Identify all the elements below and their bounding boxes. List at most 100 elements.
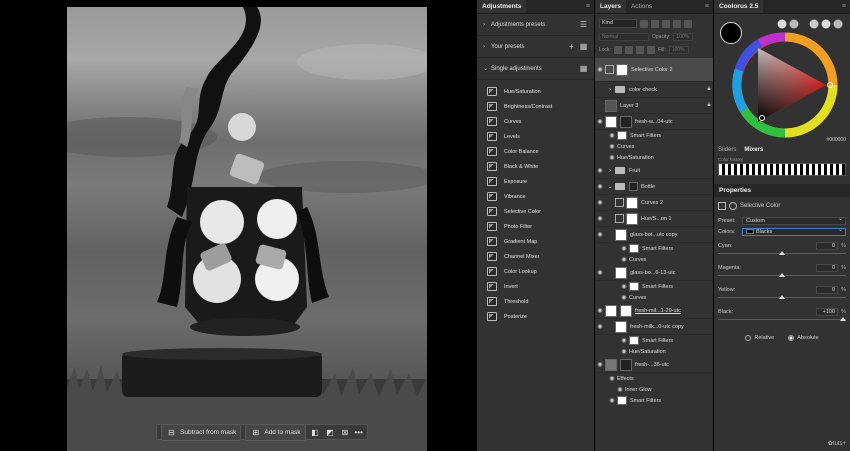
slider-thumb[interactable] <box>779 295 785 299</box>
panel-menu-icon[interactable]: ≡ <box>838 0 850 13</box>
layer-row[interactable]: ◉ Hue/S...on 1 <box>595 211 713 227</box>
layer-row[interactable]: ◉ Smart Filters <box>595 395 713 406</box>
layer-row[interactable]: ◉ fresh-milk...0-utc copy <box>595 319 713 335</box>
visibility-eye-icon[interactable]: ◉ <box>595 118 605 125</box>
list-icon[interactable]: ☰ <box>579 20 588 29</box>
filter-shape-icon[interactable] <box>673 19 681 28</box>
add-to-mask-button[interactable]: ⊞ Add to mask <box>245 423 306 441</box>
layer-row[interactable]: ◉ Curves <box>595 254 713 265</box>
adjustment-posterize[interactable]: Posterize <box>477 309 594 324</box>
color-history-strip[interactable] <box>718 163 846 176</box>
visibility-eye-icon[interactable]: ◉ <box>619 337 629 344</box>
layer-row[interactable]: ◉ Smart Filters <box>595 243 713 254</box>
visibility-eye-icon[interactable]: ◉ <box>595 307 605 314</box>
tab-coolorus[interactable]: Coolorus 2.5 <box>714 0 764 13</box>
slider-value[interactable]: +100 <box>816 308 838 316</box>
slider-value[interactable]: 0 <box>816 242 838 250</box>
adjustment-color-lookup[interactable]: Color Lookup <box>477 264 594 279</box>
folder-mask-thumbnail[interactable] <box>629 182 638 191</box>
adjustment-icon[interactable] <box>718 202 726 210</box>
adjustment-photo-filter[interactable]: Photo Filter <box>477 219 594 234</box>
layer-mask-thumbnail[interactable] <box>616 63 628 76</box>
slider-thumb[interactable] <box>840 317 846 321</box>
adjustment-selective-color[interactable]: Selective Color <box>477 204 594 219</box>
layer-row[interactable]: ◉ Smart Filters <box>595 130 713 141</box>
adjustment-vibrance[interactable]: Vibrance <box>477 189 594 204</box>
layer-row[interactable]: ◉ Inner Glow <box>595 384 713 395</box>
layer-row[interactable]: ◉ Hue/Saturation <box>595 152 713 163</box>
layer-row[interactable]: ◉ Curves <box>595 141 713 152</box>
visibility-eye-icon[interactable]: ◉ <box>595 183 605 190</box>
plus-icon[interactable]: + <box>567 42 576 51</box>
panel-menu-icon[interactable]: ≡ <box>582 0 594 13</box>
chevron-down-icon[interactable]: ⌄ <box>605 183 615 190</box>
visibility-eye-icon[interactable]: ◉ <box>595 66 605 73</box>
layer-row[interactable]: ◉ Smart Filters <box>595 335 713 346</box>
mask-overlay-icon[interactable]: ◩ <box>325 427 336 438</box>
visibility-eye-icon[interactable]: ◉ <box>607 375 617 382</box>
document-canvas[interactable] <box>67 7 427 451</box>
adjustment-threshold[interactable]: Threshold <box>477 294 594 309</box>
tab-actions[interactable]: Actions <box>626 0 657 13</box>
chevron-right-icon[interactable]: › <box>605 168 615 174</box>
layer-row[interactable]: ◉ fresh-w...04-utc <box>595 114 713 130</box>
chevron-right-icon[interactable]: › <box>605 87 615 93</box>
adjustment-brightness-contrast[interactable]: Brightness/Contrast <box>477 99 594 114</box>
lock-transparent-icon[interactable] <box>613 45 622 54</box>
layer-row[interactable]: ◉ glass-bot...utc copy <box>595 227 713 243</box>
slider-thumb[interactable] <box>779 273 785 277</box>
mode-button-icon[interactable] <box>833 19 843 29</box>
visibility-eye-icon[interactable]: ◉ <box>619 294 629 301</box>
single-adjustments-group[interactable]: ⌄ Single adjustments ▦ <box>477 58 594 80</box>
slider-thumb[interactable] <box>779 251 785 255</box>
visibility-eye-icon[interactable]: ◉ <box>595 323 605 330</box>
kind-filter-dropdown[interactable]: Kind <box>599 19 637 28</box>
layer-row[interactable]: ◉ fresh-mil...1-29-utc <box>595 303 713 319</box>
adjustment-channel-mixer[interactable]: Channel Mixer <box>477 249 594 264</box>
filter-adjustment-icon[interactable] <box>651 19 659 28</box>
layer-mask-thumbnail[interactable] <box>620 304 632 317</box>
relative-radio[interactable]: Relative <box>745 335 774 341</box>
visibility-eye-icon[interactable]: ◉ <box>607 397 617 404</box>
fill-field[interactable]: 100% <box>668 45 689 54</box>
visibility-eye-icon[interactable]: ◉ <box>607 132 617 139</box>
panel-menu-icon[interactable]: ≡ <box>701 0 713 13</box>
grid-icon[interactable]: ▦ <box>579 42 588 51</box>
adjustment-hue-saturation[interactable]: Hue/Saturation <box>477 84 594 99</box>
lock-all-icon[interactable] <box>646 45 655 54</box>
tab-mixers[interactable]: Mixers <box>744 147 763 153</box>
visibility-eye-icon[interactable]: ◉ <box>595 361 605 368</box>
visibility-eye-icon[interactable]: ◉ <box>619 256 629 263</box>
preset-dropdown[interactable]: Custom <box>742 216 846 225</box>
layer-mask-thumbnail[interactable] <box>626 196 638 209</box>
slider-value[interactable]: 0 <box>816 286 838 294</box>
color-wheel[interactable] <box>730 30 840 140</box>
visibility-eye-icon[interactable]: ◉ <box>595 269 605 276</box>
layer-row[interactable]: › color check 🔒︎ <box>595 82 713 98</box>
visibility-eye-icon[interactable]: ◉ <box>607 143 617 150</box>
mode-button-icon[interactable] <box>789 19 799 29</box>
yellow-slider[interactable]: Yellow: 0% <box>718 285 846 307</box>
layer-row[interactable]: ◉ Effects <box>595 373 713 384</box>
tab-layers[interactable]: Layers <box>595 0 626 13</box>
magenta-slider[interactable]: Magenta: 0% <box>718 263 846 285</box>
visibility-eye-icon[interactable]: ◉ <box>595 199 605 206</box>
visibility-eye-icon[interactable]: ◉ <box>607 154 617 161</box>
layer-row[interactable]: ◉ Hue/Saturation <box>595 346 713 357</box>
mode-button-icon[interactable] <box>809 19 819 29</box>
tab-sliders[interactable]: Sliders <box>718 147 736 153</box>
absolute-radio[interactable]: Absolute <box>788 335 819 341</box>
layer-row[interactable]: ◉ Curves 2 <box>595 195 713 211</box>
layer-row[interactable]: ◉ Selective Color 2 <box>595 58 713 82</box>
black-slider[interactable]: Black: +100% <box>718 307 846 329</box>
delete-mask-icon[interactable]: ⊠ <box>340 427 351 438</box>
tab-adjustments[interactable]: Adjustments <box>477 0 527 13</box>
opacity-field[interactable]: 100% <box>673 32 694 41</box>
adjustment-invert[interactable]: Invert <box>477 279 594 294</box>
layer-mask-thumbnail[interactable] <box>626 212 638 225</box>
filter-type-icon[interactable] <box>662 19 670 28</box>
layer-mask-thumbnail[interactable] <box>620 358 632 371</box>
adjustment-gradient-map[interactable]: Gradient Map <box>477 234 594 249</box>
visibility-eye-icon[interactable]: ◉ <box>595 167 605 174</box>
visibility-eye-icon[interactable]: ◉ <box>595 231 605 238</box>
